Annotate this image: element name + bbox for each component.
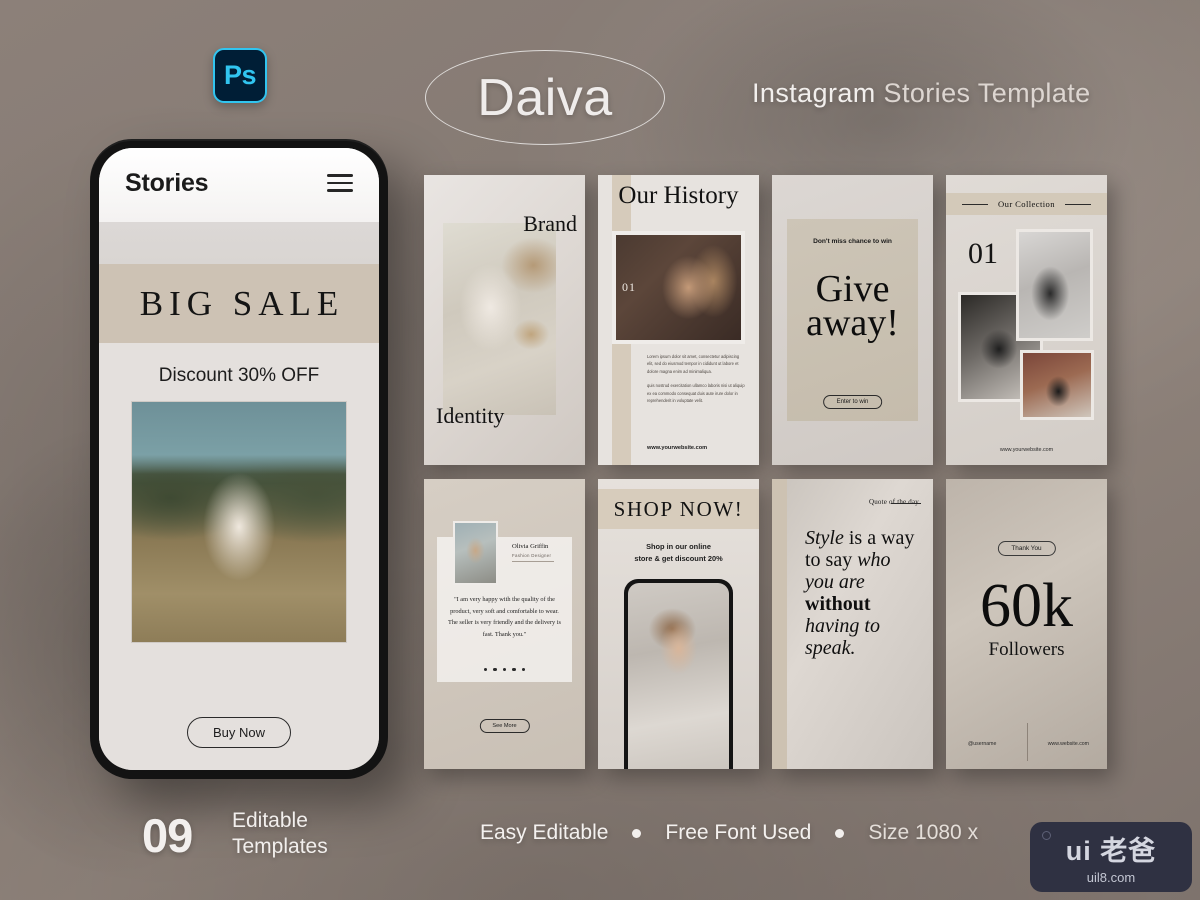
rating-dot (512, 668, 516, 672)
page-title: Instagram Stories Template (752, 78, 1091, 109)
giveaway-headline-line2: away! (806, 302, 899, 344)
giveaway-kicker: Don't miss chance to win (813, 238, 892, 245)
page-title-strong: Instagram (752, 78, 876, 108)
followers-divider (1026, 723, 1028, 761)
rating-dot (521, 668, 525, 672)
template-count-label-line1: Editable (232, 809, 308, 832)
shop-now-title: SHOP NOW! (613, 497, 744, 521)
buy-now-button[interactable]: Buy Now (186, 717, 292, 748)
footer-features: Easy Editable Free Font Used Size 1080 x (480, 821, 978, 845)
testimonial-role: Fashion Designer (512, 553, 552, 558)
template-card-testimonial[interactable]: Olivia Griffin Fashion Designer "I am ve… (424, 479, 585, 769)
shop-now-subtitle-line1: Shop in our online (646, 542, 711, 551)
phone-photo-area (99, 401, 379, 701)
template-count-label: Editable Templates (232, 808, 328, 860)
quote-segment: having to speak. (805, 615, 880, 659)
brand-identity-bottom-text: Identity (436, 403, 505, 428)
our-collection-photo-3 (1020, 350, 1094, 420)
shop-now-phone-photo (628, 583, 729, 769)
bullet-icon (835, 828, 845, 838)
page-title-rest: Stories Template (875, 78, 1091, 108)
phone-hero-photo (131, 401, 347, 643)
giveaway-headline: Give away! (772, 270, 933, 342)
feature-easy-editable: Easy Editable (480, 821, 609, 844)
our-collection-photo-1 (1016, 229, 1093, 341)
brand-logo: Daiva (425, 50, 665, 145)
quote-segment: Style (805, 527, 844, 549)
watermark-url: uil8.com (1086, 870, 1136, 885)
followers-thank-you-badge: Thank You (997, 541, 1056, 556)
quote-segment: without (805, 593, 871, 615)
phone-sale-banner-text: BIG SALE (139, 283, 345, 323)
followers-username: @username (968, 741, 997, 747)
our-collection-website: www.yourwebsite.com (999, 447, 1054, 453)
brand-identity-top-text: Brand (523, 211, 577, 236)
quote-label: Quote of the day (868, 498, 919, 506)
bullet-icon (632, 828, 642, 838)
our-history-number: 01 (622, 280, 636, 294)
testimonial-divider (512, 561, 554, 562)
phone-mockup: Stories BIG SALE Discount 30% OFF Buy No… (90, 139, 388, 779)
watermark-dot-icon (1042, 831, 1051, 840)
testimonial-avatar (453, 521, 498, 585)
giveaway-cta-button[interactable]: Enter to win (822, 395, 883, 409)
quote-stripe (772, 479, 787, 769)
watermark: ui 老爸 uil8.com (1030, 822, 1192, 892)
feature-size: Size 1080 x (868, 821, 979, 844)
quote-rule (891, 503, 921, 504)
our-history-paragraph-2: quis nostrud exercitation ullamco labori… (647, 383, 745, 404)
template-card-our-history[interactable]: Our History 01 Lorem ipsum dolor sit ame… (598, 175, 759, 465)
poster-canvas: Ps Daiva Instagram Stories Template Stor… (0, 0, 1200, 900)
hamburger-icon[interactable] (327, 174, 353, 192)
brand-name: Daiva (477, 68, 613, 127)
our-history-website: www.yourwebsite.com (647, 445, 708, 451)
shop-now-subtitle: Shop in our online store & get discount 2… (598, 541, 759, 565)
template-card-our-collection[interactable]: Our Collection 01 www.yourwebsite.com (946, 175, 1107, 465)
template-card-quote[interactable]: Quote of the day Style is a way to say w… (772, 479, 933, 769)
phone-cta-area: Buy Now (99, 701, 379, 770)
phone-discount-text: Discount 30% OFF (99, 343, 379, 401)
see-more-button[interactable]: See More (479, 719, 530, 733)
shop-now-phone-mockup (624, 579, 733, 769)
phone-screen: Stories BIG SALE Discount 30% OFF Buy No… (99, 148, 379, 770)
our-collection-number: 01 (968, 237, 998, 270)
testimonial-name: Olivia Griffin (512, 543, 549, 550)
our-collection-title: Our Collection (998, 199, 1055, 209)
testimonial-rating-dots (424, 668, 585, 672)
rating-dot (502, 668, 507, 672)
photoshop-icon-label: Ps (223, 60, 257, 90)
quote-text: Style is a way to say who you are withou… (805, 527, 921, 659)
followers-count: 60k (980, 572, 1073, 640)
our-history-title: Our History (618, 182, 739, 209)
followers-label: Followers (988, 639, 1065, 660)
template-count: 09 (142, 809, 193, 862)
template-card-followers[interactable]: Thank You 60k Followers @username www.we… (946, 479, 1107, 769)
template-card-giveaway[interactable]: Don't miss chance to win Give away! Enter… (772, 175, 933, 465)
rating-dot (484, 668, 488, 672)
followers-website: www.website.com (1047, 741, 1089, 747)
template-count-label-line2: Templates (232, 835, 328, 858)
template-card-brand-identity[interactable]: Brand Identity (424, 175, 585, 465)
phone-sale-banner: BIG SALE (99, 264, 379, 343)
our-history-body: Lorem ipsum dolor sit amet, consectetur … (647, 353, 745, 411)
phone-app-bar: Stories (99, 148, 379, 222)
photoshop-icon: Ps (213, 48, 267, 103)
watermark-brand: ui 老爸 (1065, 836, 1157, 866)
phone-spacer (99, 222, 379, 264)
shop-now-subtitle-line2: store & get discount 20% (634, 554, 723, 563)
our-history-paragraph-1: Lorem ipsum dolor sit amet, consectetur … (647, 354, 740, 374)
rating-dot (493, 668, 497, 672)
testimonial-quote: "I am very happy with the quality of the… (448, 596, 561, 638)
template-card-shop-now[interactable]: SHOP NOW! Shop in our online store & get … (598, 479, 759, 769)
phone-screen-title: Stories (125, 168, 209, 197)
template-grid: Brand Identity Our History 01 Lorem ipsu… (424, 175, 1107, 769)
brand-identity-photo (443, 223, 556, 415)
feature-free-font: Free Font Used (665, 821, 812, 844)
